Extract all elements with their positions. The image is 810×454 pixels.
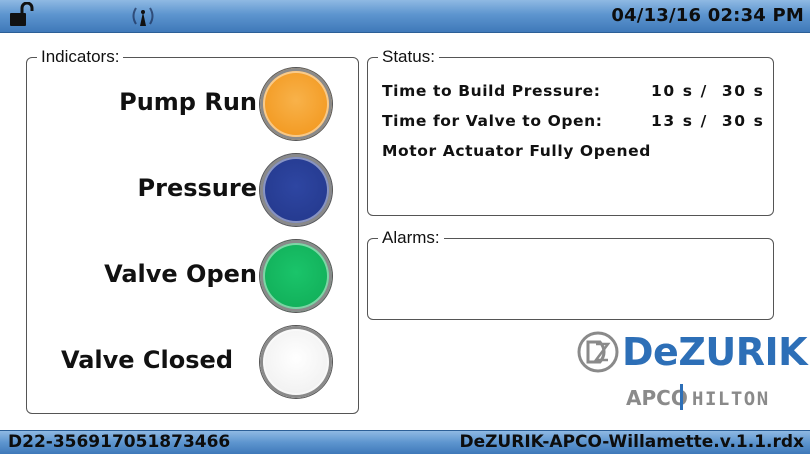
- status-title: Status:: [378, 47, 439, 67]
- indicator-label-valve-closed: Valve Closed: [60, 346, 233, 374]
- unlocked-padlock-icon[interactable]: [8, 2, 36, 28]
- alarms-title: Alarms:: [378, 228, 444, 248]
- status-motor-actuator: Motor Actuator Fully Opened: [382, 142, 651, 160]
- device-id: D22-356917051873466: [8, 432, 231, 452]
- status-valve-open-value: 13 s / 30 s: [651, 112, 765, 130]
- top-status-bar: 04/13/16 02:34 PM: [0, 0, 810, 33]
- pressure-lamp: [260, 154, 332, 226]
- config-filename: DeZURIK-APCO-Willamette.v.1.1.rdx: [459, 432, 804, 452]
- valve-closed-lamp: [260, 326, 332, 398]
- dezurik-logo-text: DeZURIK: [622, 330, 808, 374]
- bottom-status-bar: D22-356917051873466 DeZURIK-APCO-Willame…: [0, 430, 810, 454]
- indicator-label-pump-run: Pump Run: [119, 88, 257, 116]
- valve-open-lamp: [260, 240, 332, 312]
- status-build-pressure-value: 10 s / 30 s: [651, 82, 765, 100]
- status-panel: Status: Time to Build Pressure: 10 s / 3…: [367, 47, 774, 216]
- hilton-brand: HILTON: [692, 388, 770, 410]
- status-valve-open-label: Time for Valve to Open:: [382, 112, 603, 130]
- date-time: 04/13/16 02:34 PM: [611, 5, 804, 26]
- indicators-panel: Indicators: Pump Run Pressure Valve Open…: [26, 47, 359, 414]
- brand-separator: [680, 384, 683, 410]
- indicator-label-valve-open: Valve Open: [104, 260, 257, 288]
- dezurik-logo-mark-icon: [577, 331, 619, 373]
- indicator-label-pressure: Pressure: [137, 174, 257, 202]
- indicators-title: Indicators:: [37, 47, 124, 67]
- apco-brand: APCO: [626, 386, 688, 410]
- status-build-pressure-label: Time to Build Pressure:: [382, 82, 601, 100]
- wireless-signal-icon: [132, 7, 154, 26]
- alarms-panel: Alarms:: [367, 228, 774, 320]
- pump-run-lamp: [260, 68, 332, 140]
